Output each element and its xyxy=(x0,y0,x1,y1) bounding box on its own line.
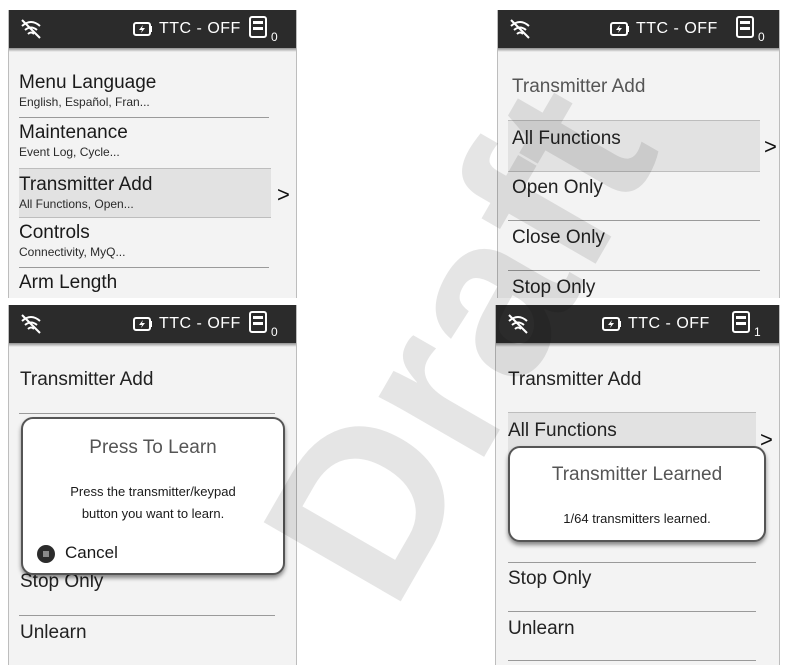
status-bar: TTC - OFF 0 xyxy=(9,305,296,347)
remote-icon xyxy=(732,311,750,333)
menu-item-transmitter-add[interactable]: Transmitter Add All Functions, Open... xyxy=(19,174,269,212)
battery-charging-icon xyxy=(133,22,152,36)
dialog-title: Transmitter Learned xyxy=(551,464,723,485)
press-to-learn-dialog: Press To Learn Press the transmitter/key… xyxy=(21,417,285,575)
ttc-status: TTC - OFF xyxy=(628,315,710,332)
battery-charging-icon xyxy=(610,22,629,36)
remote-count: 0 xyxy=(271,30,278,44)
menu-item-maintenance[interactable]: Maintenance Event Log, Cycle... xyxy=(19,122,269,160)
option-close-only[interactable]: Close Only xyxy=(512,227,605,249)
divider xyxy=(508,660,756,661)
menu-item-arm-length[interactable]: Arm Length xyxy=(19,272,269,294)
option-all-functions[interactable]: All Functions xyxy=(512,128,621,150)
status-bar: TTC - OFF 0 xyxy=(9,10,296,52)
chevron-right-icon[interactable]: > xyxy=(277,182,290,208)
screen-transmitter-learned: TTC - OFF 1 Transmitter Add All Function… xyxy=(495,305,780,665)
transmitter-learned-dialog: Transmitter Learned 1/64 transmitters le… xyxy=(508,446,766,542)
page-title: Transmitter Add xyxy=(512,76,646,97)
divider xyxy=(508,220,760,221)
divider xyxy=(19,615,275,616)
status-shadow xyxy=(9,343,296,347)
page-title: Transmitter Add xyxy=(20,369,154,390)
status-shadow xyxy=(9,48,296,52)
dialog-body: 1/64 transmitters learned. xyxy=(563,511,711,526)
dialog-line-2: button you want to learn. xyxy=(81,506,225,521)
menu-item-title: Menu Language xyxy=(19,72,157,93)
menu-item-sub: English, Español, Fran... xyxy=(19,95,150,109)
screen-transmitter-add: TTC - OFF 0 Transmitter Add All Function… xyxy=(497,10,780,298)
menu-item-title: Arm Length xyxy=(19,272,118,293)
screen-press-to-learn: TTC - OFF 0 Transmitter Add Stop Only Un… xyxy=(8,305,297,665)
wifi-off-icon xyxy=(510,19,530,39)
option-unlearn[interactable]: Unlearn xyxy=(20,622,87,644)
option-unlearn[interactable]: Unlearn xyxy=(508,618,575,640)
remote-count: 0 xyxy=(271,325,278,339)
divider xyxy=(19,117,269,118)
status-bar: TTC - OFF 1 xyxy=(496,305,779,347)
battery-charging-icon xyxy=(133,317,152,331)
option-all-functions[interactable]: All Functions xyxy=(508,420,617,442)
divider xyxy=(19,413,275,414)
divider xyxy=(508,562,756,563)
menu-item-sub: Connectivity, MyQ... xyxy=(19,245,126,259)
menu-item-controls[interactable]: Controls Connectivity, MyQ... xyxy=(19,222,269,260)
screen-main-menu: TTC - OFF 0 Menu Language English, Españ… xyxy=(8,10,297,298)
menu-item-title: Transmitter Add xyxy=(19,174,153,195)
remote-icon xyxy=(249,16,267,38)
menu-item-sub: Event Log, Cycle... xyxy=(19,145,120,159)
wifi-off-icon xyxy=(508,314,528,334)
remote-icon xyxy=(736,16,754,38)
remote-icon xyxy=(249,311,267,333)
dialog-title: Press To Learn xyxy=(89,437,217,458)
page-title: Transmitter Add xyxy=(508,369,642,390)
divider xyxy=(508,270,760,271)
menu-item-sub: All Functions, Open... xyxy=(19,197,134,211)
divider xyxy=(19,267,269,268)
remote-count: 1 xyxy=(754,325,761,339)
ttc-status: TTC - OFF xyxy=(159,20,241,37)
wifi-off-icon xyxy=(21,314,41,334)
status-shadow xyxy=(498,48,779,52)
menu-item-title: Controls xyxy=(19,222,90,243)
remote-count: 0 xyxy=(758,30,765,44)
status-bar: TTC - OFF 0 xyxy=(498,10,779,52)
battery-charging-icon xyxy=(602,317,621,331)
wifi-off-icon xyxy=(21,19,41,39)
ttc-status: TTC - OFF xyxy=(159,315,241,332)
ttc-status: TTC - OFF xyxy=(636,20,718,37)
menu-item-title: Maintenance xyxy=(19,122,128,143)
stop-icon xyxy=(37,545,55,563)
option-stop-only[interactable]: Stop Only xyxy=(512,277,595,298)
option-stop-only[interactable]: Stop Only xyxy=(508,568,591,590)
cancel-button[interactable]: Cancel xyxy=(37,543,157,567)
status-shadow xyxy=(496,343,779,347)
chevron-right-icon[interactable]: > xyxy=(764,134,777,160)
divider xyxy=(508,611,756,612)
menu-item-language[interactable]: Menu Language English, Español, Fran... xyxy=(19,72,269,110)
dialog-line-1: Press the transmitter/keypad xyxy=(70,484,236,499)
option-open-only[interactable]: Open Only xyxy=(512,177,603,199)
cancel-label: Cancel xyxy=(65,543,118,562)
